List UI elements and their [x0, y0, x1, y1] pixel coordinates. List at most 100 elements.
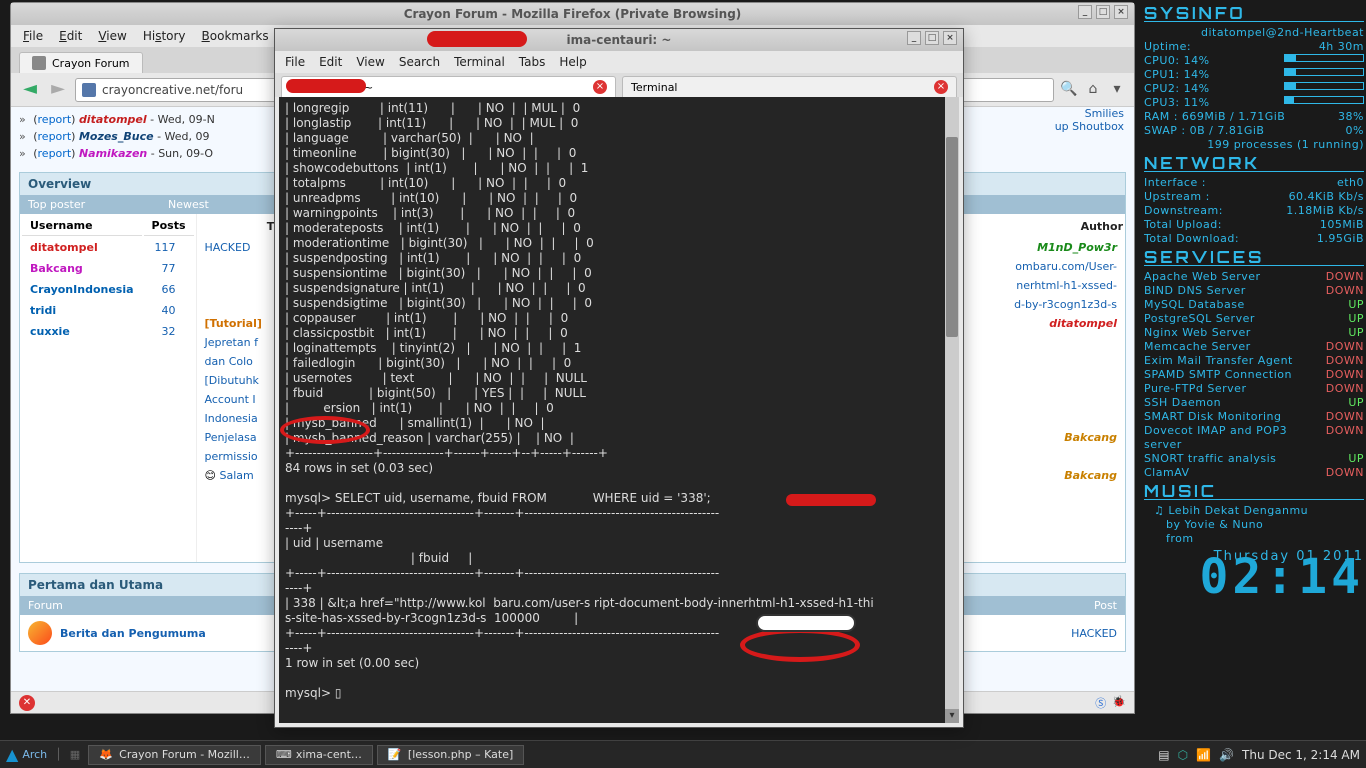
term-menu-file[interactable]: File: [285, 55, 305, 69]
poster-user[interactable]: Bakcang: [30, 262, 83, 275]
smilies-link[interactable]: Smilies: [1085, 107, 1124, 120]
terminal-titlebar[interactable]: ima-centauri: ~ _ □ ×: [275, 29, 963, 51]
terminal-tab-1[interactable]: ma-centauri: ~ ×: [281, 76, 616, 97]
term-menu-tabs[interactable]: Tabs: [519, 55, 546, 69]
taskbar: ▲ Arch │ ▦ 🦊Crayon Forum - Mozill…⌨xima-…: [0, 740, 1366, 768]
upstream-value: 60.4KiB Kb/s: [1289, 190, 1364, 204]
stop-icon[interactable]: ✕: [19, 695, 35, 711]
menu-bookmarks[interactable]: Bookmarks: [202, 29, 269, 43]
report-user[interactable]: ditatompel: [79, 113, 147, 126]
firefox-titlebar[interactable]: Crayon Forum - Mozilla Firefox (Private …: [11, 3, 1134, 25]
start-menu[interactable]: ▲ Arch: [6, 745, 47, 764]
shoutbox-link[interactable]: up Shoutbox: [1055, 120, 1124, 133]
menu-dropdown-icon[interactable]: ▾: [1108, 81, 1126, 99]
author-mindpower[interactable]: M1nD_Pow3r: [1037, 241, 1117, 254]
sysinfo-host: ditatompel@2nd-Heartbeat: [1201, 26, 1364, 40]
poster-user[interactable]: tridi: [30, 304, 56, 317]
term-menu-terminal[interactable]: Terminal: [454, 55, 505, 69]
term-maximize-button[interactable]: □: [925, 31, 939, 45]
report-user[interactable]: Mozes_Buce: [79, 130, 154, 143]
cpu-bar: [1284, 82, 1364, 90]
poster-user[interactable]: CrayonIndonesia: [30, 283, 134, 296]
report-link[interactable]: report: [38, 113, 72, 126]
home-icon[interactable]: ⌂: [1084, 81, 1102, 99]
forward-button[interactable]: ►: [47, 79, 69, 101]
task-label: [lesson.php – Kate]: [408, 748, 513, 761]
author-bakcang-1[interactable]: Bakcang: [1064, 431, 1117, 444]
tutorial-tag: [Tutorial]: [205, 317, 262, 330]
term-tab1-close-icon[interactable]: ×: [593, 80, 607, 94]
term-menu-view[interactable]: View: [356, 55, 384, 69]
service-name: Dovecot IMAP and POP3 server: [1144, 424, 1326, 452]
swap-value: 0%: [1346, 124, 1364, 138]
top-poster-table: UsernamePosts ditatompel117Bakcang77Cray…: [20, 214, 196, 343]
tray-network-icon[interactable]: 📶: [1196, 748, 1211, 762]
music-note-icon: ♫: [1154, 504, 1164, 517]
back-button[interactable]: ◄: [19, 79, 41, 101]
menu-file[interactable]: FFileile: [23, 29, 43, 43]
report-user[interactable]: Namikazen: [79, 147, 147, 160]
term-menu-search[interactable]: Search: [399, 55, 440, 69]
taskbar-task[interactable]: ⌨xima-cent…: [265, 745, 373, 765]
total-up-label: Total Upload:: [1144, 218, 1222, 232]
total-down-label: Total Download:: [1144, 232, 1239, 246]
forum-icon: [28, 621, 52, 645]
browser-tab[interactable]: Crayon Forum: [19, 52, 143, 73]
menu-edit[interactable]: Edit: [59, 29, 82, 43]
author-bakcang-2[interactable]: Bakcang: [1064, 469, 1117, 482]
thread-permissio[interactable]: permissio: [205, 450, 258, 463]
taskbar-task[interactable]: 📝[lesson.php – Kate]: [377, 745, 524, 765]
service-status: DOWN: [1326, 284, 1364, 298]
thread-account[interactable]: Account I: [205, 393, 256, 406]
noscript-icon[interactable]: Ⓢ: [1095, 695, 1106, 711]
terminal-scroll-down-icon[interactable]: ▾: [945, 709, 959, 723]
redaction-whitebox: [756, 614, 856, 632]
poster-user[interactable]: cuxxie: [30, 325, 70, 338]
terminal-body[interactable]: | longregip | int(11) | | NO | | MUL | 0…: [279, 97, 959, 723]
thread-dibutuhkan[interactable]: [Dibutuhk: [205, 374, 259, 387]
redaction-tab1: [286, 79, 366, 93]
terminal-scrollbar[interactable]: ▾: [945, 97, 959, 723]
thread-colors[interactable]: dan Colo: [205, 355, 253, 368]
thread-salam[interactable]: Salam: [219, 469, 253, 482]
binoculars-icon[interactable]: 🔍: [1060, 81, 1078, 99]
thread-indonesia[interactable]: Indonesia: [205, 412, 258, 425]
tray-dropbox-icon[interactable]: ⬡: [1178, 748, 1188, 762]
minimize-button[interactable]: _: [1078, 5, 1092, 19]
term-menu-edit[interactable]: Edit: [319, 55, 342, 69]
tray-volume-icon[interactable]: 🔊: [1219, 748, 1234, 762]
service-status: DOWN: [1326, 382, 1364, 396]
hacked-xss-cont: ombaru.com/User-: [1015, 260, 1117, 273]
author-ditatompel[interactable]: ditatompel: [1049, 317, 1117, 330]
term-menu-help[interactable]: Help: [559, 55, 586, 69]
poster-user[interactable]: ditatompel: [30, 241, 98, 254]
last-post-hacked[interactable]: HACKED: [997, 627, 1117, 640]
close-button[interactable]: ×: [1114, 5, 1128, 19]
terminal-tab-2[interactable]: Terminal ×: [622, 76, 957, 97]
service-name: SSH Daemon: [1144, 396, 1221, 410]
report-link[interactable]: report: [38, 147, 72, 160]
taskbar-task[interactable]: 🦊Crayon Forum - Mozill…: [88, 745, 261, 765]
thread-penjelasan[interactable]: Penjelasa: [205, 431, 257, 444]
thread-hacked[interactable]: HACKED: [205, 241, 251, 254]
task-icon: 🦊: [99, 748, 113, 762]
swap-label: SWAP : 0B / 7.81GiB: [1144, 124, 1264, 138]
firebug-icon[interactable]: 🐞: [1112, 695, 1126, 711]
terminal-scroll-thumb[interactable]: [946, 137, 958, 337]
term-close-button[interactable]: ×: [943, 31, 957, 45]
thread-jepretan[interactable]: Jepretan f: [205, 336, 258, 349]
tray-clock[interactable]: Thu Dec 1, 2:14 AM: [1242, 748, 1360, 762]
menu-view[interactable]: View: [98, 29, 126, 43]
service-status: UP: [1348, 326, 1364, 340]
sub-top-poster: Top poster: [28, 198, 168, 211]
side-links: Smilies up Shoutbox: [1055, 107, 1124, 133]
start-label: Arch: [22, 748, 47, 761]
term-tab2-close-icon[interactable]: ×: [934, 80, 948, 94]
poster-count: 40: [144, 301, 194, 320]
maximize-button[interactable]: □: [1096, 5, 1110, 19]
term-minimize-button[interactable]: _: [907, 31, 921, 45]
tray-icon-1[interactable]: ▤: [1158, 748, 1169, 762]
menu-history[interactable]: History: [143, 29, 186, 43]
service-status: UP: [1348, 396, 1364, 410]
report-link[interactable]: report: [38, 130, 72, 143]
